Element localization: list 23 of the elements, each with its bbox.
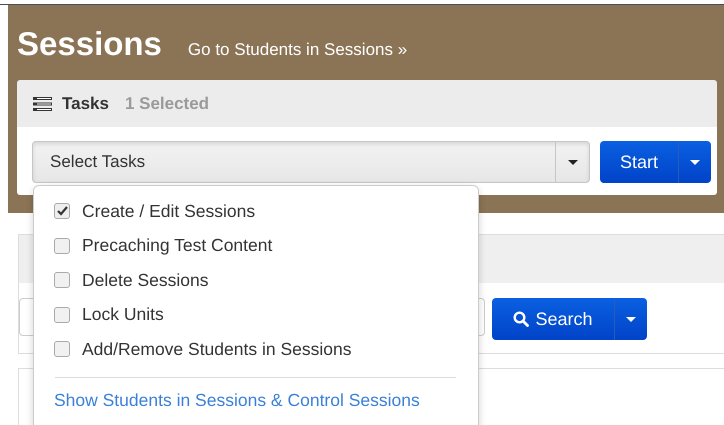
task-option[interactable]: Delete Sessions bbox=[54, 263, 478, 298]
start-button[interactable]: Start bbox=[600, 141, 711, 183]
caret-icon bbox=[626, 316, 636, 322]
task-select[interactable]: Select Tasks bbox=[32, 141, 590, 183]
task-option[interactable]: Lock Units bbox=[54, 298, 478, 332]
checkbox[interactable] bbox=[54, 306, 70, 323]
checkbox[interactable] bbox=[54, 272, 70, 288]
search-icon bbox=[513, 311, 530, 327]
list-icon bbox=[33, 96, 52, 110]
students-link[interactable]: Go to Students in Sessions » bbox=[188, 40, 408, 60]
checkbox[interactable] bbox=[54, 203, 70, 220]
caret-icon bbox=[690, 160, 700, 164]
search-button[interactable]: Search bbox=[492, 298, 647, 340]
task-option[interactable]: Precaching Test Content bbox=[54, 228, 478, 263]
checkbox[interactable] bbox=[54, 341, 70, 358]
task-option[interactable]: Add/Remove Students in Sessions bbox=[54, 332, 478, 366]
panel-title: Tasks bbox=[62, 94, 109, 114]
checkbox[interactable] bbox=[54, 238, 70, 254]
page-title: Sessions bbox=[17, 25, 162, 63]
control-sessions-link[interactable]: Show Students in Sessions & Control Sessions bbox=[54, 390, 420, 410]
caret-icon bbox=[568, 160, 578, 164]
task-option[interactable]: Create / Edit Sessions bbox=[54, 194, 478, 228]
selected-count: 1 Selected bbox=[124, 94, 210, 114]
